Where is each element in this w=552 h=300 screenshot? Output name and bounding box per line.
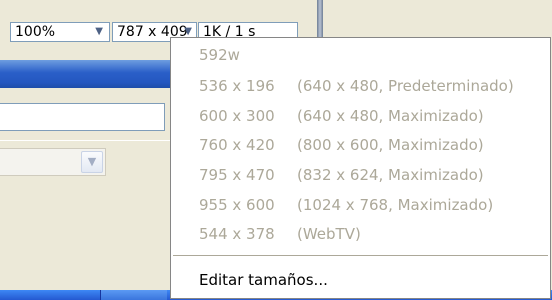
menu-item-size: 536 x 196 — [199, 77, 275, 95]
zoom-selector[interactable]: 100% ▼ — [10, 22, 110, 42]
address-field[interactable] — [0, 103, 165, 131]
menu-item-size: 592w — [199, 46, 240, 64]
chevron-down-icon: ▼ — [95, 26, 103, 37]
menu-item-size: 760 x 420 — [199, 136, 275, 154]
taskbar-button[interactable] — [100, 290, 167, 300]
menu-item-544x378: 544 x 378 (WebTV) — [199, 223, 361, 245]
menu-item-955x600: 955 x 600 (1024 x 768, Maximizado) — [199, 194, 493, 216]
chevron-down-icon[interactable]: ▼ — [81, 151, 103, 173]
menu-item-desc: (640 x 480, Predeterminado) — [297, 77, 514, 95]
window-titlebar — [0, 60, 170, 88]
menu-item-size: 955 x 600 — [199, 196, 275, 214]
content-panel — [0, 186, 170, 290]
menu-item-size: 544 x 378 — [199, 225, 275, 243]
menu-item-desc: (640 x 480, Maximizado) — [297, 107, 484, 125]
menu-item-desc: (1024 x 768, Maximizado) — [297, 196, 494, 214]
menu-item-desc: (832 x 624, Maximizado) — [297, 166, 484, 184]
menu-item-592w: 592w — [199, 44, 240, 66]
menu-item-600x300: 600 x 300 (640 x 480, Maximizado) — [199, 105, 484, 127]
combo-box[interactable]: ▼ — [0, 148, 106, 176]
menu-item-size: 600 x 300 — [199, 107, 275, 125]
menu-item-desc: (800 x 600, Maximizado) — [297, 136, 484, 154]
menu-separator — [173, 255, 548, 256]
menu-item-size: 795 x 470 — [199, 166, 275, 184]
menu-item-795x470: 795 x 470 (832 x 624, Maximizado) — [199, 164, 484, 186]
menu-item-760x420: 760 x 420 (800 x 600, Maximizado) — [199, 134, 484, 156]
menu-item-label: Editar tamaños... — [199, 271, 328, 289]
window-size-menu: 592w 536 x 196 (640 x 480, Predeterminado… — [170, 37, 551, 299]
zoom-value: 100% — [15, 24, 56, 40]
menu-item-536x196: 536 x 196 (640 x 480, Predeterminado) — [199, 75, 514, 97]
menu-item-desc: (WebTV) — [297, 225, 361, 243]
menu-item-edit-sizes[interactable]: Editar tamaños... — [199, 269, 328, 291]
